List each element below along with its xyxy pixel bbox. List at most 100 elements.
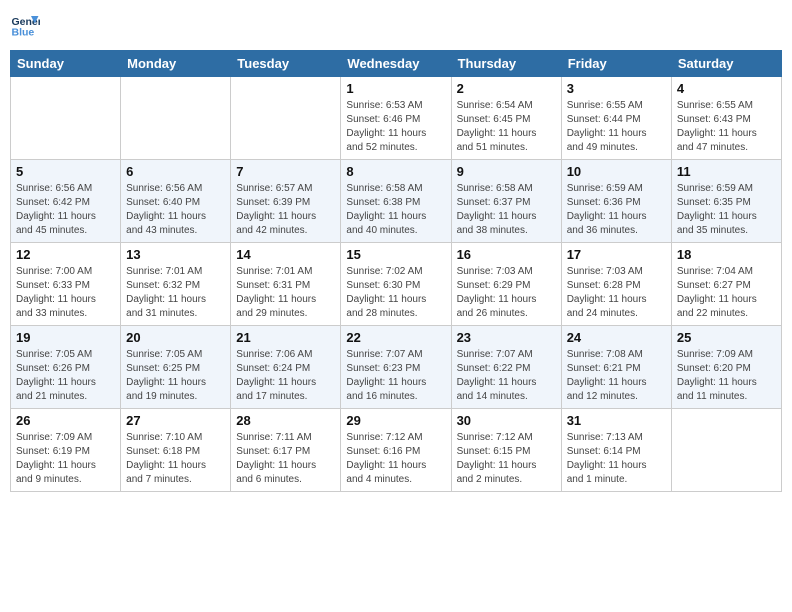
day-number: 21	[236, 330, 335, 345]
calendar-cell	[671, 409, 781, 492]
day-number: 18	[677, 247, 776, 262]
day-number: 2	[457, 81, 556, 96]
calendar-cell: 15 Sunrise: 7:02 AM Sunset: 6:30 PM Dayli…	[341, 243, 451, 326]
page-header: General Blue	[10, 10, 782, 40]
day-info: Sunrise: 6:56 AM Sunset: 6:40 PM Dayligh…	[126, 182, 225, 238]
day-info: Sunrise: 6:55 AM Sunset: 6:43 PM Dayligh…	[677, 99, 776, 155]
calendar-week-row: 5Sunrise: 6:56 AM Sunset: 6:42 PM Daylig…	[11, 160, 782, 243]
day-number: 6	[126, 164, 225, 179]
day-number: 22	[346, 330, 445, 345]
day-number: 3	[567, 81, 666, 96]
day-info: Sunrise: 7:05 AM Sunset: 6:25 PM Dayligh…	[126, 348, 225, 404]
day-number: 27	[126, 413, 225, 428]
day-of-week-header: Wednesday	[341, 51, 451, 77]
day-info: Sunrise: 7:07 AM Sunset: 6:23 PM Dayligh…	[346, 348, 445, 404]
day-info: Sunrise: 7:00 AM Sunset: 6:33 PM Dayligh…	[16, 265, 115, 321]
day-number: 14	[236, 247, 335, 262]
day-number: 7	[236, 164, 335, 179]
calendar-cell: 12 Sunrise: 7:00 AM Sunset: 6:33 PM Dayli…	[11, 243, 121, 326]
day-number: 28	[236, 413, 335, 428]
calendar-cell: 21 Sunrise: 7:06 AM Sunset: 6:24 PM Dayli…	[231, 326, 341, 409]
day-info: Sunrise: 6:55 AM Sunset: 6:44 PM Dayligh…	[567, 99, 666, 155]
day-info: Sunrise: 6:54 AM Sunset: 6:45 PM Dayligh…	[457, 99, 556, 155]
calendar-cell: 19 Sunrise: 7:05 AM Sunset: 6:26 PM Dayli…	[11, 326, 121, 409]
day-of-week-header: Tuesday	[231, 51, 341, 77]
calendar-cell	[121, 77, 231, 160]
day-number: 8	[346, 164, 445, 179]
day-number: 19	[16, 330, 115, 345]
calendar-cell: 16 Sunrise: 7:03 AM Sunset: 6:29 PM Dayli…	[451, 243, 561, 326]
calendar-cell: 23 Sunrise: 7:07 AM Sunset: 6:22 PM Dayli…	[451, 326, 561, 409]
day-number: 12	[16, 247, 115, 262]
calendar-week-row: 1 Sunrise: 6:53 AM Sunset: 6:46 PM Daylig…	[11, 77, 782, 160]
calendar-cell: 18 Sunrise: 7:04 AM Sunset: 6:27 PM Dayli…	[671, 243, 781, 326]
day-number: 15	[346, 247, 445, 262]
calendar-table: SundayMondayTuesdayWednesdayThursdayFrid…	[10, 50, 782, 492]
day-info: Sunrise: 6:57 AM Sunset: 6:39 PM Dayligh…	[236, 182, 335, 238]
day-info: Sunrise: 7:06 AM Sunset: 6:24 PM Dayligh…	[236, 348, 335, 404]
day-number: 31	[567, 413, 666, 428]
calendar-week-row: 26 Sunrise: 7:09 AM Sunset: 6:19 PM Dayli…	[11, 409, 782, 492]
day-of-week-header: Monday	[121, 51, 231, 77]
logo: General Blue	[10, 10, 44, 40]
calendar-cell: 2 Sunrise: 6:54 AM Sunset: 6:45 PM Daylig…	[451, 77, 561, 160]
calendar-cell: 8 Sunrise: 6:58 AM Sunset: 6:38 PM Daylig…	[341, 160, 451, 243]
calendar-cell: 27 Sunrise: 7:10 AM Sunset: 6:18 PM Dayli…	[121, 409, 231, 492]
day-info: Sunrise: 7:05 AM Sunset: 6:26 PM Dayligh…	[16, 348, 115, 404]
day-info: Sunrise: 7:03 AM Sunset: 6:29 PM Dayligh…	[457, 265, 556, 321]
day-info: Sunrise: 7:02 AM Sunset: 6:30 PM Dayligh…	[346, 265, 445, 321]
day-number: 23	[457, 330, 556, 345]
day-number: 16	[457, 247, 556, 262]
calendar-cell: 5Sunrise: 6:56 AM Sunset: 6:42 PM Daylig…	[11, 160, 121, 243]
day-number: 24	[567, 330, 666, 345]
calendar-cell: 31 Sunrise: 7:13 AM Sunset: 6:14 PM Dayli…	[561, 409, 671, 492]
day-info: Sunrise: 6:59 AM Sunset: 6:35 PM Dayligh…	[677, 182, 776, 238]
day-info: Sunrise: 7:10 AM Sunset: 6:18 PM Dayligh…	[126, 431, 225, 487]
day-number: 26	[16, 413, 115, 428]
day-info: Sunrise: 7:12 AM Sunset: 6:15 PM Dayligh…	[457, 431, 556, 487]
day-of-week-header: Sunday	[11, 51, 121, 77]
day-info: Sunrise: 7:12 AM Sunset: 6:16 PM Dayligh…	[346, 431, 445, 487]
calendar-cell: 29 Sunrise: 7:12 AM Sunset: 6:16 PM Dayli…	[341, 409, 451, 492]
day-number: 11	[677, 164, 776, 179]
day-info: Sunrise: 6:53 AM Sunset: 6:46 PM Dayligh…	[346, 99, 445, 155]
day-number: 29	[346, 413, 445, 428]
calendar-cell: 1 Sunrise: 6:53 AM Sunset: 6:46 PM Daylig…	[341, 77, 451, 160]
day-of-week-header: Saturday	[671, 51, 781, 77]
calendar-cell: 7 Sunrise: 6:57 AM Sunset: 6:39 PM Daylig…	[231, 160, 341, 243]
calendar-cell	[231, 77, 341, 160]
calendar-cell	[11, 77, 121, 160]
day-of-week-header: Friday	[561, 51, 671, 77]
day-number: 5	[16, 164, 115, 179]
calendar-cell: 28Sunrise: 7:11 AM Sunset: 6:17 PM Dayli…	[231, 409, 341, 492]
calendar-cell: 4 Sunrise: 6:55 AM Sunset: 6:43 PM Daylig…	[671, 77, 781, 160]
day-info: Sunrise: 7:03 AM Sunset: 6:28 PM Dayligh…	[567, 265, 666, 321]
day-number: 4	[677, 81, 776, 96]
day-info: Sunrise: 7:09 AM Sunset: 6:19 PM Dayligh…	[16, 431, 115, 487]
calendar-cell: 3 Sunrise: 6:55 AM Sunset: 6:44 PM Daylig…	[561, 77, 671, 160]
calendar-cell: 11 Sunrise: 6:59 AM Sunset: 6:35 PM Dayli…	[671, 160, 781, 243]
calendar-cell: 24 Sunrise: 7:08 AM Sunset: 6:21 PM Dayli…	[561, 326, 671, 409]
day-info: Sunrise: 7:04 AM Sunset: 6:27 PM Dayligh…	[677, 265, 776, 321]
day-number: 1	[346, 81, 445, 96]
day-info: Sunrise: 7:09 AM Sunset: 6:20 PM Dayligh…	[677, 348, 776, 404]
day-info: Sunrise: 7:01 AM Sunset: 6:31 PM Dayligh…	[236, 265, 335, 321]
day-info: Sunrise: 7:13 AM Sunset: 6:14 PM Dayligh…	[567, 431, 666, 487]
calendar-cell: 10Sunrise: 6:59 AM Sunset: 6:36 PM Dayli…	[561, 160, 671, 243]
day-number: 17	[567, 247, 666, 262]
day-number: 20	[126, 330, 225, 345]
calendar-cell: 6 Sunrise: 6:56 AM Sunset: 6:40 PM Daylig…	[121, 160, 231, 243]
day-info: Sunrise: 7:07 AM Sunset: 6:22 PM Dayligh…	[457, 348, 556, 404]
calendar-cell: 25Sunrise: 7:09 AM Sunset: 6:20 PM Dayli…	[671, 326, 781, 409]
day-number: 30	[457, 413, 556, 428]
calendar-week-row: 12 Sunrise: 7:00 AM Sunset: 6:33 PM Dayli…	[11, 243, 782, 326]
logo-icon: General Blue	[10, 10, 40, 40]
calendar-cell: 22 Sunrise: 7:07 AM Sunset: 6:23 PM Dayli…	[341, 326, 451, 409]
day-info: Sunrise: 7:01 AM Sunset: 6:32 PM Dayligh…	[126, 265, 225, 321]
calendar-header-row: SundayMondayTuesdayWednesdayThursdayFrid…	[11, 51, 782, 77]
day-info: Sunrise: 6:58 AM Sunset: 6:37 PM Dayligh…	[457, 182, 556, 238]
calendar-cell: 20 Sunrise: 7:05 AM Sunset: 6:25 PM Dayli…	[121, 326, 231, 409]
day-number: 10	[567, 164, 666, 179]
day-info: Sunrise: 6:58 AM Sunset: 6:38 PM Dayligh…	[346, 182, 445, 238]
day-info: Sunrise: 7:08 AM Sunset: 6:21 PM Dayligh…	[567, 348, 666, 404]
